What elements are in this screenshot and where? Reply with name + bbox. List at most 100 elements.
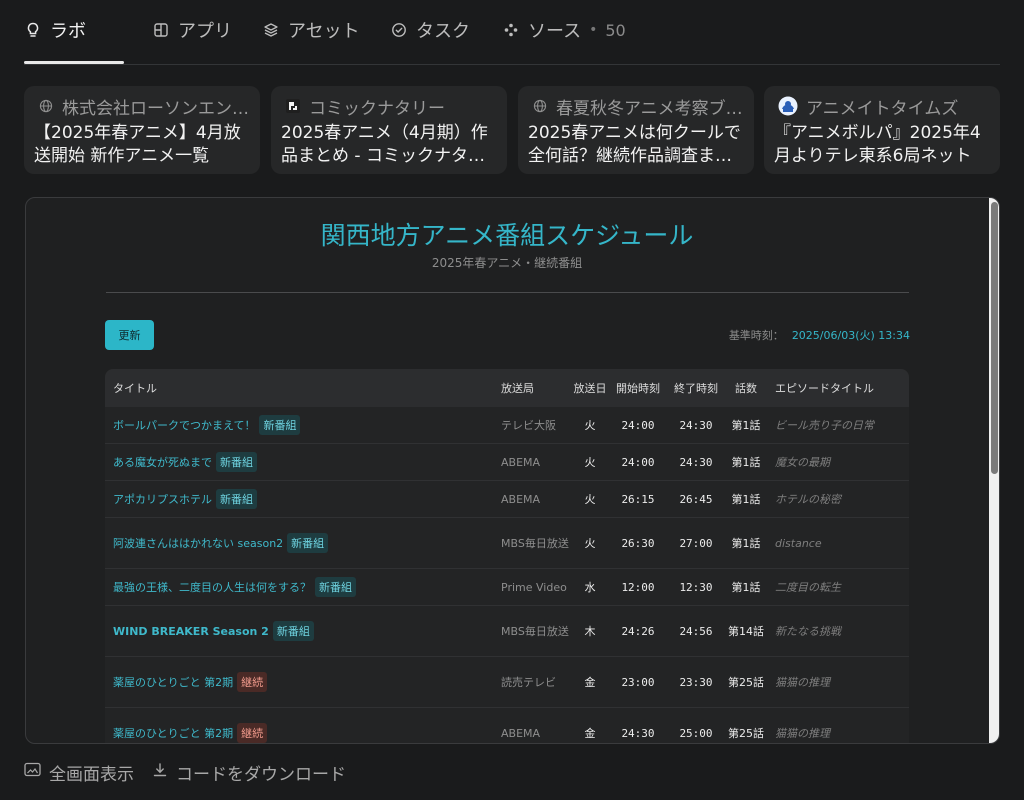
end-time-cell: 12:30: [667, 568, 725, 606]
day-cell: 火: [571, 517, 609, 569]
station-cell: ABEMA: [493, 707, 571, 743]
table-row: WIND BREAKER Season 2 新番組 MBS毎日放送 木 24:26…: [105, 605, 909, 657]
active-tab-indicator: [24, 61, 124, 64]
day-cell: 金: [571, 656, 609, 708]
source-card[interactable]: 春夏秋冬アニメ考察ブログ 2025春アニメは何クールで全何話？継続作品調査まとめ: [518, 86, 754, 174]
day-cell: 水: [571, 568, 609, 606]
episode-title-cell: ホテルの秘密: [767, 480, 909, 518]
base-time-value: 2025/06/03(火) 13:34: [791, 329, 910, 342]
program-title-link[interactable]: ボールパークでつかまえて！: [113, 419, 255, 432]
start-time-cell: 12:00: [609, 568, 667, 606]
program-title-link[interactable]: 薬屋のひとりごと 第2期: [113, 727, 233, 740]
status-badge: 新番組: [216, 452, 257, 472]
station-cell: MBS毎日放送: [493, 605, 571, 657]
animate-logo-icon: [778, 96, 798, 116]
column-header-title[interactable]: タイトル: [105, 369, 493, 407]
column-header-day[interactable]: 放送日: [571, 369, 609, 407]
page-subtitle: 2025年春アニメ・継続番組: [431, 256, 583, 270]
start-time-cell: 23:00: [609, 656, 667, 708]
day-cell: 金: [571, 707, 609, 743]
table-row: 薬屋のひとりごと 第2期 継続 ABEMA 金 24:30 25:00 第25話 …: [105, 707, 909, 743]
program-title-link[interactable]: 最強の王様、二度目の人生は何をする？: [113, 581, 311, 594]
fullscreen-button[interactable]: 全画面表示: [24, 760, 134, 785]
episode-cell: 第14話: [725, 605, 767, 657]
natalie-logo-icon: [285, 98, 301, 114]
status-badge: 新番組: [272, 621, 314, 641]
table-row: アポカリプスホテル 新番組 ABEMA 火 26:15 26:45 第1話 ホテル…: [105, 480, 909, 518]
tab-assets[interactable]: アセット: [262, 14, 360, 46]
separator-dot: •: [589, 22, 598, 38]
scrollbar-track[interactable]: [989, 198, 999, 743]
episode-title-cell: 新たなる挑戦: [767, 605, 909, 657]
tab-lab[interactable]: ラボ: [24, 14, 86, 46]
program-title-link[interactable]: 阿波連さんははかれない season2: [113, 537, 283, 550]
end-time-cell: 23:30: [667, 656, 725, 708]
table-header-row: タイトル 放送局 放送日 開始時刻 終了時刻 話数 エピソードタイトル: [105, 369, 909, 407]
episode-cell: 第1話: [725, 407, 767, 444]
tab-apps[interactable]: アプリ: [152, 14, 232, 46]
page-title: 関西地方アニメ番組スケジュール: [320, 221, 694, 250]
refresh-button[interactable]: 更新: [105, 320, 154, 350]
start-time-cell: 24:26: [609, 605, 667, 657]
end-time-cell: 24:30: [667, 443, 725, 481]
source-title: 2025春アニメ（4月期）作品まとめ - コミックナタリー: [281, 123, 488, 166]
source-site: 株式会社ローソンエンタテインメント: [38, 94, 250, 119]
end-time-cell: 26:45: [667, 480, 725, 518]
status-badge: 新番組: [287, 533, 329, 553]
program-title-link[interactable]: WIND BREAKER Season 2: [113, 625, 269, 638]
tab-label: タスク: [416, 21, 470, 42]
source-site-name: 株式会社ローソンエンタテインメント: [62, 98, 250, 119]
column-header-episode-title[interactable]: エピソードタイトル: [767, 369, 909, 407]
app-window-icon: [152, 21, 170, 39]
station-cell: ABEMA: [493, 480, 571, 518]
source-title: 『アニメボルパ』2025年4月よりテレ東系6局ネット: [774, 123, 981, 166]
start-time-cell: 24:00: [609, 407, 667, 444]
source-card[interactable]: コミックナタリー 2025春アニメ（4月期）作品まとめ - コミックナタリー: [271, 86, 507, 174]
source-site: コミックナタリー: [285, 94, 497, 119]
source-site: アニメイトタイムズ: [778, 94, 990, 119]
column-header-episode[interactable]: 話数: [725, 369, 767, 407]
end-time-cell: 24:56: [667, 605, 725, 657]
station-cell: ABEMA: [493, 443, 571, 481]
source-card[interactable]: 株式会社ローソンエンタテインメント 【2025年春アニメ】4月放送開始 新作アニ…: [24, 86, 260, 174]
tab-sources[interactable]: ソース • 50: [502, 14, 626, 46]
top-tab-bar: ラボ アプリ アセット タスク ソース • 50: [24, 0, 1000, 65]
scrollbar-thumb[interactable]: [991, 202, 998, 474]
day-cell: 木: [571, 605, 609, 657]
source-card[interactable]: アニメイトタイムズ 『アニメボルパ』2025年4月よりテレ東系6局ネット: [764, 86, 1000, 174]
end-time-cell: 24:30: [667, 407, 725, 444]
column-header-start[interactable]: 開始時刻: [609, 369, 667, 407]
episode-title-cell: ビール売り子の日常: [767, 407, 909, 444]
status-badge: 新番組: [315, 577, 356, 597]
program-title-link[interactable]: 薬屋のひとりごと 第2期: [113, 676, 233, 689]
episode-cell: 第25話: [725, 707, 767, 743]
table-row: 阿波連さんははかれない season2 新番組 MBS毎日放送 火 26:30 2…: [105, 517, 909, 569]
table-row: 最強の王様、二度目の人生は何をする？ 新番組 Prime Video 水 12:0…: [105, 568, 909, 606]
tab-label: アセット: [288, 21, 360, 42]
fullscreen-label: 全画面表示: [49, 764, 134, 785]
column-header-station[interactable]: 放送局: [493, 369, 571, 407]
episode-title-cell: 猫猫の推理: [767, 707, 909, 743]
tab-tasks[interactable]: タスク: [390, 14, 470, 46]
download-code-button[interactable]: コードをダウンロード: [152, 760, 346, 785]
station-cell: MBS毎日放送: [493, 517, 571, 569]
episode-title-cell: 猫猫の推理: [767, 656, 909, 708]
station-cell: Prime Video: [493, 568, 571, 606]
sources-count: 50: [605, 20, 626, 40]
source-site-name: アニメイトタイムズ: [806, 98, 959, 119]
download-label: コードをダウンロード: [176, 764, 346, 785]
end-time-cell: 27:00: [667, 517, 725, 569]
program-title-link[interactable]: アポカリプスホテル: [113, 493, 212, 506]
episode-cell: 第1話: [725, 568, 767, 606]
bottom-actions: 全画面表示 コードをダウンロード: [24, 758, 346, 786]
status-badge: 新番組: [259, 415, 301, 435]
source-cards: 株式会社ローソンエンタテインメント 【2025年春アニメ】4月放送開始 新作アニ…: [24, 86, 1000, 176]
start-time-cell: 26:30: [609, 517, 667, 569]
start-time-cell: 24:30: [609, 707, 667, 743]
episode-title-cell: 魔女の最期: [767, 443, 909, 481]
program-title-link[interactable]: ある魔女が死ぬまで: [113, 456, 212, 469]
episode-cell: 第1話: [725, 480, 767, 518]
lightbulb-icon: [24, 21, 42, 39]
column-header-end[interactable]: 終了時刻: [667, 369, 725, 407]
source-title: 2025春アニメは何クールで全何話？継続作品調査まとめ: [528, 123, 741, 166]
